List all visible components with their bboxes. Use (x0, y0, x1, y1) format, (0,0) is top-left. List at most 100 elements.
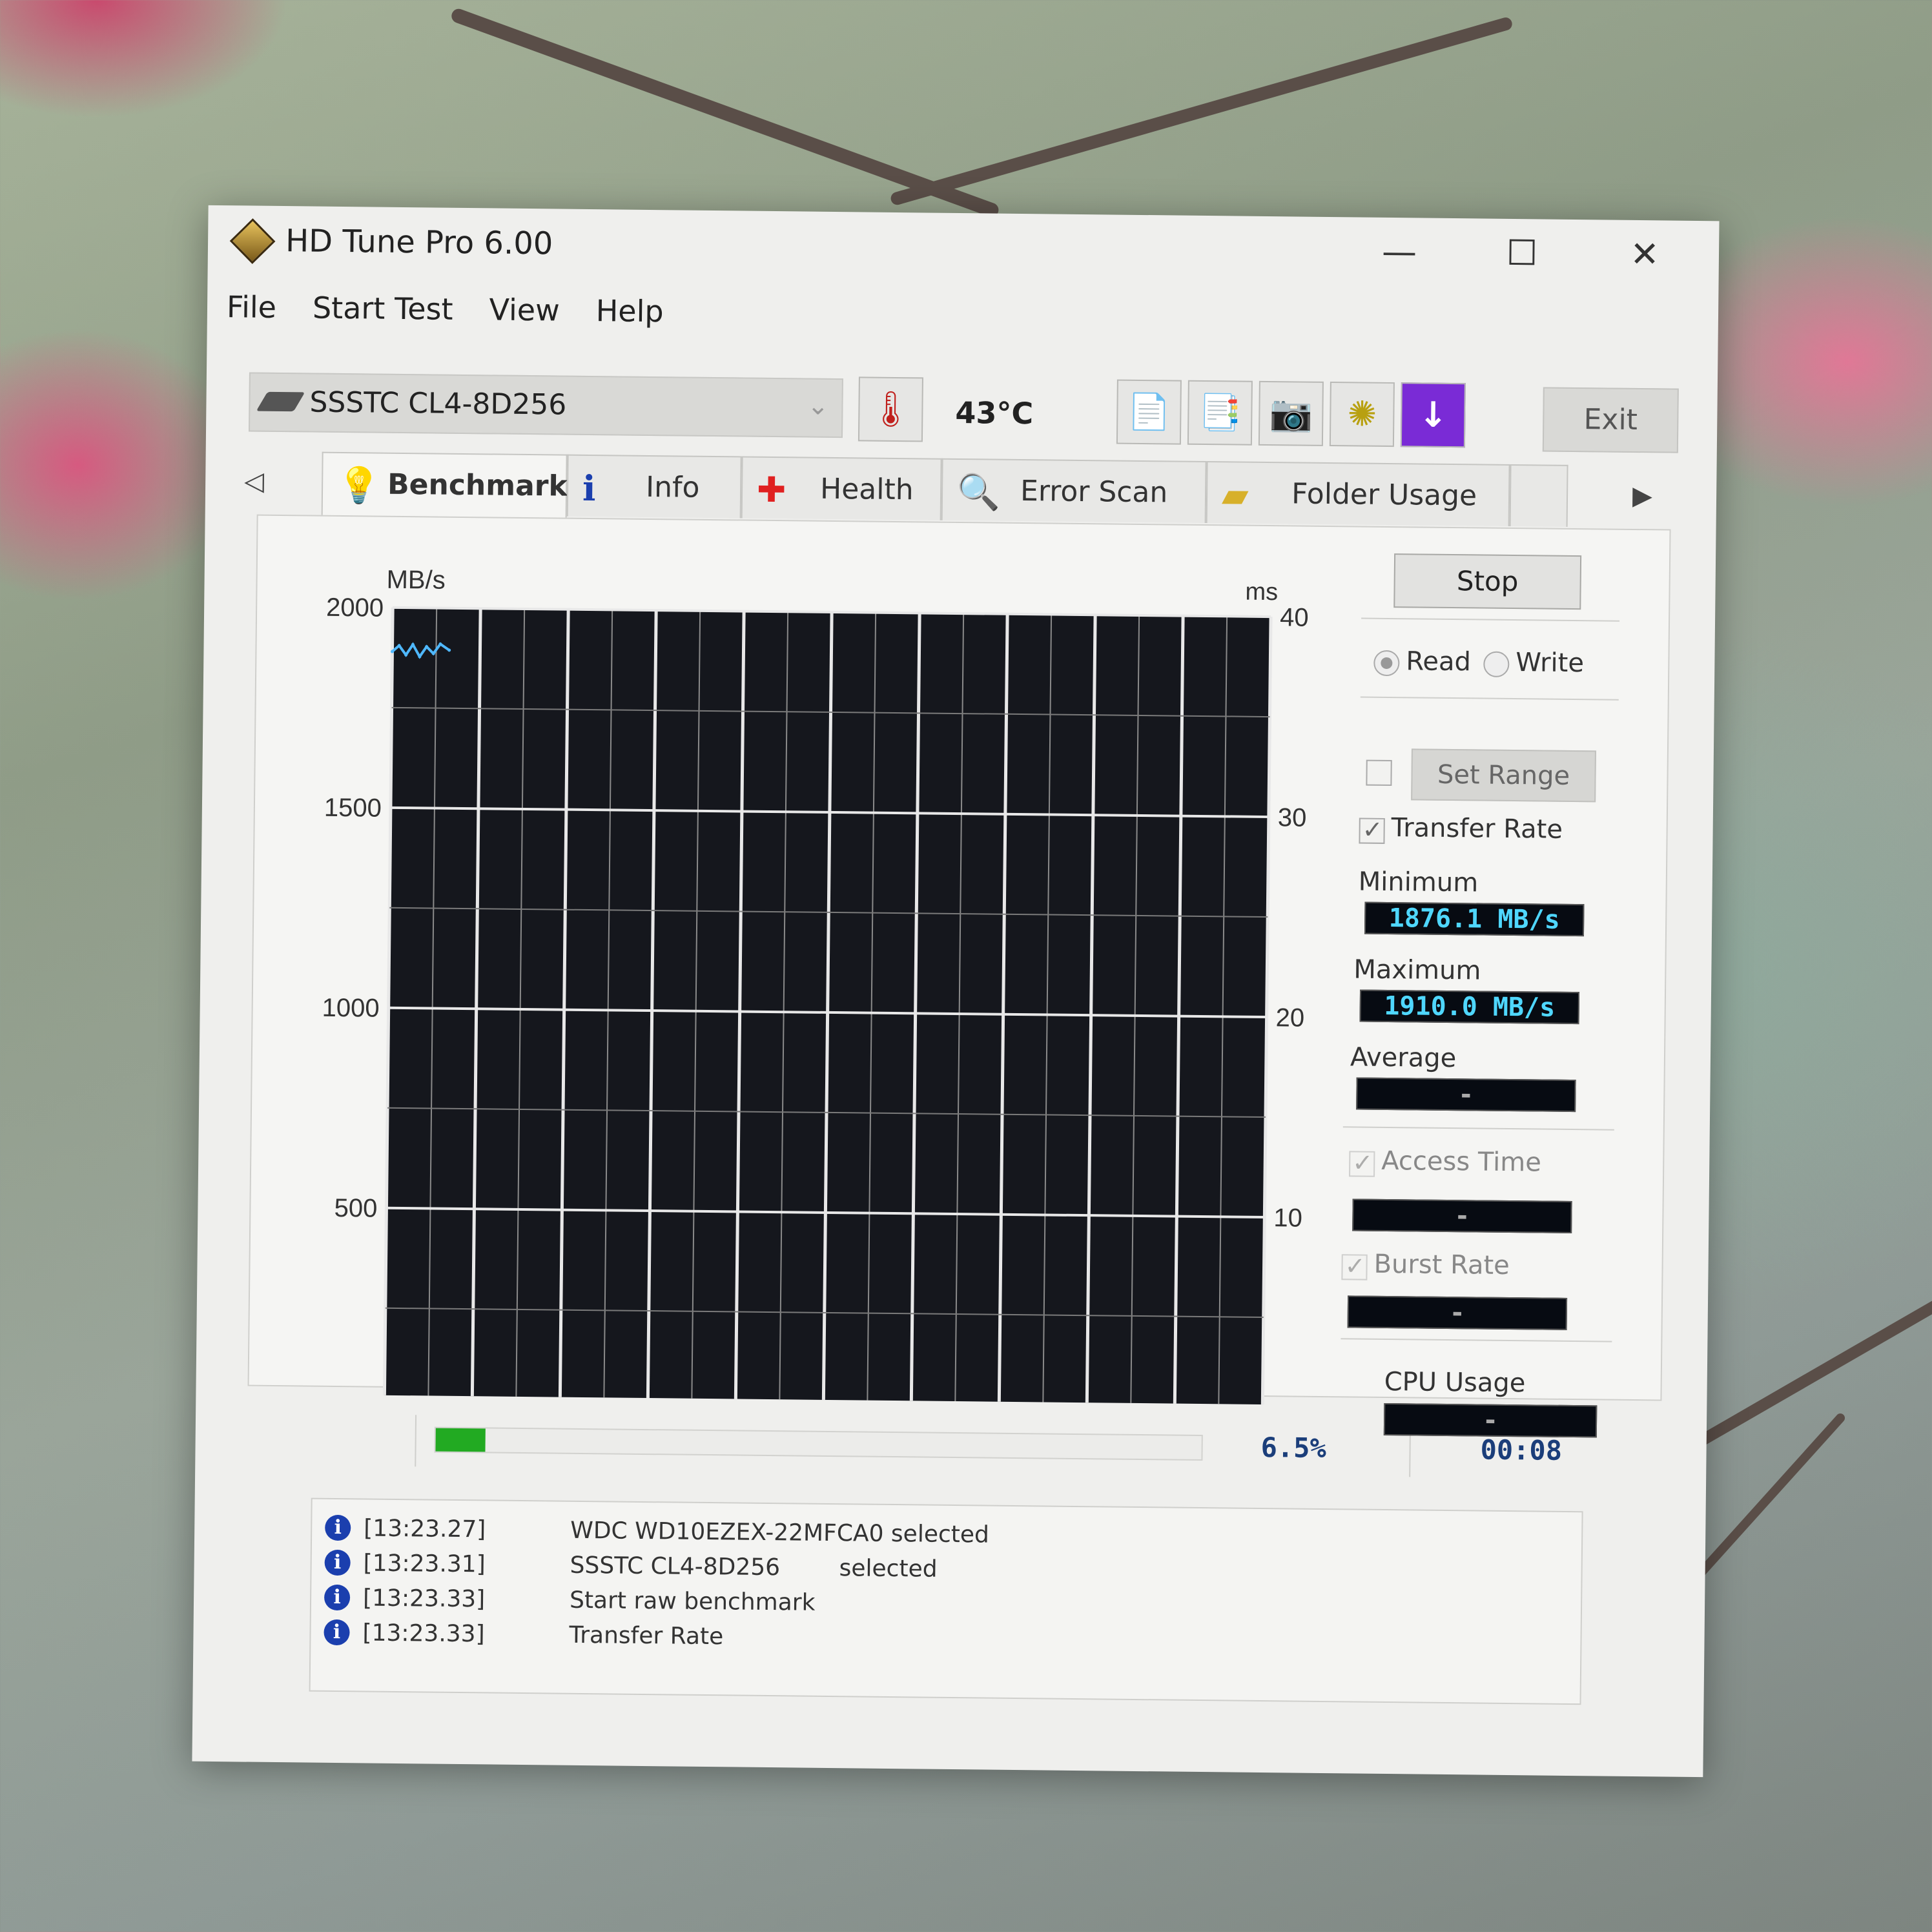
drive-name: SSSTC CL4-8D256 (309, 385, 567, 422)
minimum-readout: 1876.1 MB/s (1364, 901, 1585, 937)
access-time-label: Access Time (1381, 1146, 1542, 1178)
elapsed-time: 00:08 (1480, 1434, 1563, 1466)
progress-fill (435, 1428, 486, 1452)
log-message: WDC WD10EZEX-22MFCA0 selected (570, 1517, 990, 1548)
background-branch (889, 15, 1514, 207)
temperature-value: 43°C (955, 395, 1034, 431)
title-bar: HD Tune Pro 6.00 — ☐ ✕ (208, 205, 1720, 292)
read-label: Read (1406, 646, 1472, 677)
tab-scroll-right-icon[interactable]: ▶ (1632, 481, 1652, 511)
drive-icon (256, 391, 305, 412)
read-radio[interactable] (1373, 650, 1400, 677)
tab-scroll-left-icon[interactable]: ◁ (244, 466, 264, 496)
y-axis-label: MB/s (386, 566, 446, 595)
set-range-button[interactable]: Set Range (1411, 748, 1596, 803)
y-tick-label: 1500 (324, 794, 382, 823)
separator (1342, 1126, 1614, 1131)
log-message: SSSTC CL4-8D256 selected (570, 1552, 938, 1583)
camera-icon: 📷 (1269, 393, 1313, 434)
health-cross-icon: ✚ (756, 469, 786, 511)
log-time: [13:23.27] (364, 1515, 486, 1543)
y2-tick-label: 40 (1280, 603, 1309, 632)
separator (1360, 696, 1619, 701)
close-button[interactable]: ✕ (1616, 232, 1674, 278)
log-time: [13:23.33] (362, 1585, 486, 1613)
options-icon: ✺ (1347, 393, 1377, 435)
separator (415, 1415, 417, 1467)
event-log: i [13:23.27] WDC WD10EZEX-22MFCA0 select… (309, 1497, 1583, 1705)
copy-image-button[interactable]: 📑 (1187, 380, 1253, 446)
menu-view[interactable]: View (489, 292, 560, 338)
info-icon: i (324, 1584, 351, 1611)
cpu-usage-label: CPU Usage (1384, 1366, 1526, 1399)
write-radio[interactable] (1483, 651, 1510, 677)
benchmark-controls: Stop Read Write Set Range Transfer Rate … (1341, 546, 1633, 1376)
cpu-usage-readout: - (1383, 1403, 1598, 1438)
options-button[interactable]: ✺ (1329, 382, 1395, 447)
progress-percent: 6.5% (1260, 1431, 1327, 1464)
maximum-label: Maximum (1353, 954, 1481, 986)
screenshot-button[interactable]: 📷 (1258, 380, 1324, 446)
bulb-icon: 💡 (336, 464, 381, 506)
maximum-readout: 1910.0 MB/s (1359, 989, 1580, 1025)
info-icon: i (324, 1549, 351, 1576)
log-message: Transfer Rate (569, 1621, 724, 1650)
transfer-rate-chart: MB/sms2000150010005004030201002551761021… (294, 542, 1323, 1460)
transfer-rate-checkbox[interactable] (1359, 817, 1385, 844)
minimize-button[interactable]: — (1370, 229, 1429, 275)
hdtune-window: HD Tune Pro 6.00 — ☐ ✕ File Start Test V… (192, 205, 1720, 1778)
tab-benchmark[interactable]: 💡 Benchmark (321, 451, 568, 520)
copy-text-icon: 📄 (1127, 391, 1171, 433)
copy-text-button[interactable]: 📄 (1116, 379, 1182, 445)
folder-icon: ▰ (1221, 474, 1249, 515)
info-icon: i (325, 1514, 351, 1541)
access-time-checkbox[interactable] (1349, 1151, 1375, 1177)
info-icon: i (324, 1619, 350, 1646)
copy-image-icon: 📑 (1198, 391, 1242, 433)
y-tick-label: 2000 (326, 593, 384, 622)
menu-bar: File Start Test View Help (227, 289, 664, 339)
tab-more[interactable] (1509, 464, 1568, 527)
magnifier-icon: 🔍 (956, 471, 1001, 513)
average-readout: - (1356, 1077, 1576, 1113)
maximize-button[interactable]: ☐ (1493, 231, 1552, 276)
y-tick-label: 1000 (322, 994, 379, 1023)
benchmark-panel: MB/sms2000150010005004030201002551761021… (247, 514, 1671, 1460)
stop-button[interactable]: Stop (1393, 553, 1582, 610)
burst-rate-readout: - (1347, 1295, 1568, 1330)
tab-health[interactable]: ✚ Health (741, 456, 942, 520)
chevron-down-icon: ⌄ (807, 391, 829, 421)
exit-button[interactable]: Exit (1542, 387, 1679, 453)
set-range-checkbox[interactable] (1366, 759, 1392, 786)
burst-rate-label: Burst Rate (1373, 1249, 1510, 1281)
info-icon: i (582, 467, 596, 509)
log-message: Start raw benchmark (569, 1587, 816, 1616)
write-label: Write (1516, 648, 1585, 679)
burst-rate-checkbox[interactable] (1341, 1254, 1368, 1280)
tab-info[interactable]: i Info (566, 454, 742, 519)
y2-tick-label: 20 (1275, 1003, 1304, 1032)
log-time: [13:23.33] (362, 1619, 485, 1648)
average-label: Average (1350, 1042, 1457, 1074)
save-button[interactable]: ↓ (1400, 382, 1466, 448)
menu-start-test[interactable]: Start Test (313, 291, 453, 337)
y-tick-label: 500 (334, 1194, 377, 1223)
drive-selector[interactable]: SSSTC CL4-8D256 ⌄ (249, 372, 843, 438)
app-icon (229, 218, 276, 264)
thermometer-icon: 🌡 (868, 388, 914, 430)
y2-axis-label: ms (1245, 579, 1278, 606)
chart-svg: MB/sms2000150010005004030201002551761021… (322, 566, 1309, 1460)
menu-help[interactable]: Help (595, 293, 663, 339)
tab-folder-usage[interactable]: ▰ Folder Usage (1206, 461, 1510, 526)
window-title: HD Tune Pro 6.00 (285, 223, 553, 262)
menu-file[interactable]: File (227, 289, 277, 335)
minimum-label: Minimum (1358, 867, 1479, 898)
temperature-button[interactable]: 🌡 (858, 376, 923, 442)
progress-bar (434, 1426, 1203, 1461)
access-time-readout: - (1352, 1198, 1572, 1234)
y2-tick-label: 30 (1278, 803, 1307, 832)
y2-tick-label: 10 (1273, 1204, 1302, 1232)
transfer-rate-label: Transfer Rate (1391, 813, 1563, 845)
tab-error-scan[interactable]: 🔍 Error Scan (941, 458, 1207, 524)
separator (1361, 617, 1620, 622)
